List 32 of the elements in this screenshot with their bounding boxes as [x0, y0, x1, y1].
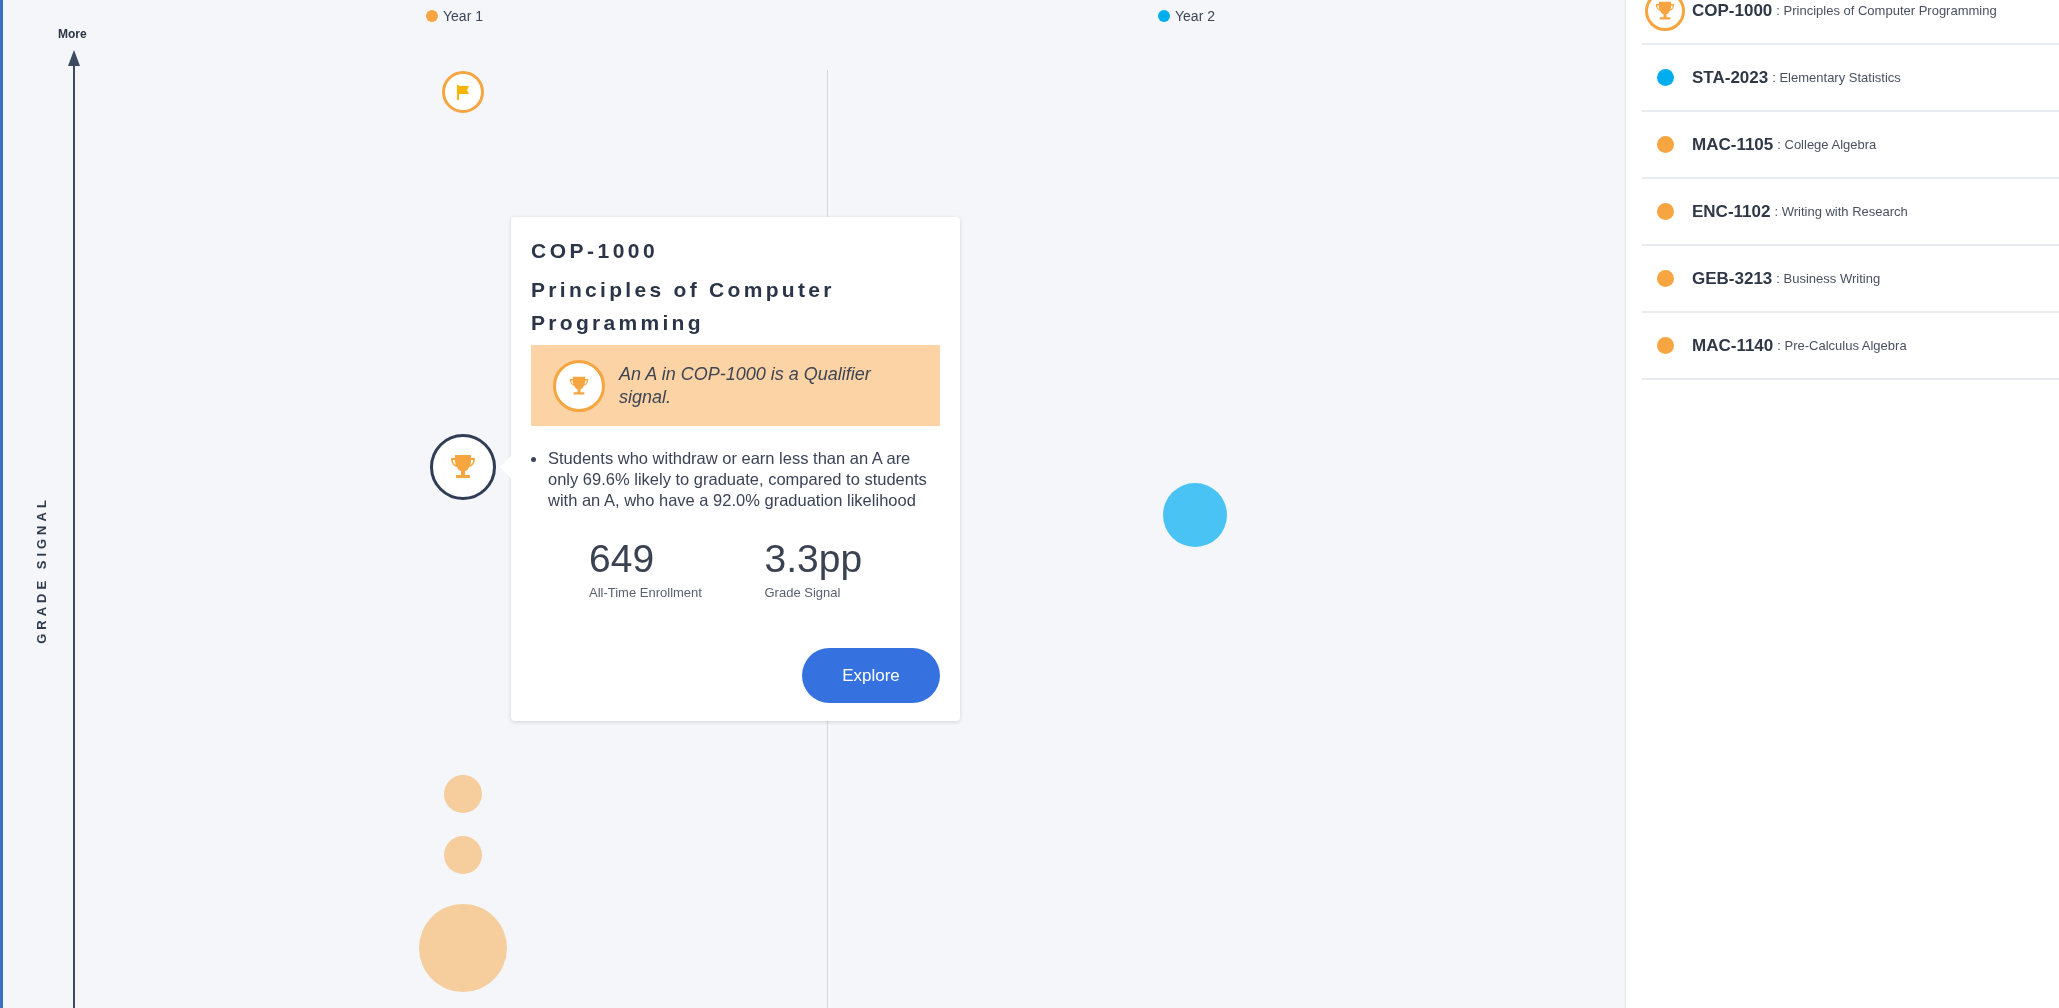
stat-label: All-Time Enrollment	[589, 585, 703, 600]
stat-label: Grade Signal	[764, 585, 842, 600]
course-title: : Writing with Research	[1774, 204, 1908, 219]
course-title: Principles of Computer Programming	[531, 277, 836, 336]
course-code[interactable]: MAC-1140	[1692, 335, 1774, 356]
stat-value: 649	[589, 537, 656, 581]
course-code[interactable]: MAC-1105	[1692, 134, 1774, 155]
course-title: : College Algebra	[1777, 137, 1877, 152]
course-title: : Elementary Statistics	[1772, 70, 1901, 85]
course-bubble[interactable]	[444, 836, 482, 874]
course-code[interactable]: ENC-1102	[1692, 201, 1771, 222]
course-bubble[interactable]	[444, 775, 482, 813]
year-label: Year 2	[1175, 8, 1215, 24]
trophy-icon	[450, 453, 476, 481]
axis-title: GRADE SIGNAL	[33, 496, 49, 644]
course-title: : Principles of Computer Programming	[1776, 3, 1997, 18]
stat-value: 3.3pp	[764, 537, 864, 581]
bullet-text: Students who withdraw or earn less than an A are only 69.6% likely to graduate, compared to students with an A, who have a 92.0% graduation likelihood	[548, 448, 928, 511]
course-code: COP-1000	[531, 239, 660, 263]
bullet-icon	[531, 457, 536, 462]
course-code[interactable]: STA-2023	[1692, 67, 1769, 88]
explore-button[interactable]: Explore	[802, 648, 940, 703]
flag-icon	[454, 83, 472, 101]
course-title: : Pre-Calculus Algebra	[1777, 338, 1907, 353]
year-label: Year 1	[443, 8, 483, 24]
course-title: : Business Writing	[1776, 271, 1881, 286]
signal-text: An A in COP-1000 is a Qualifier signal.	[619, 362, 873, 409]
axis-label: More	[58, 27, 87, 41]
course-code[interactable]: COP-1000	[1692, 0, 1773, 21]
flag-bubble[interactable]	[442, 71, 484, 113]
trophy-icon	[553, 359, 605, 412]
course-code[interactable]: GEB-3213	[1692, 268, 1773, 289]
